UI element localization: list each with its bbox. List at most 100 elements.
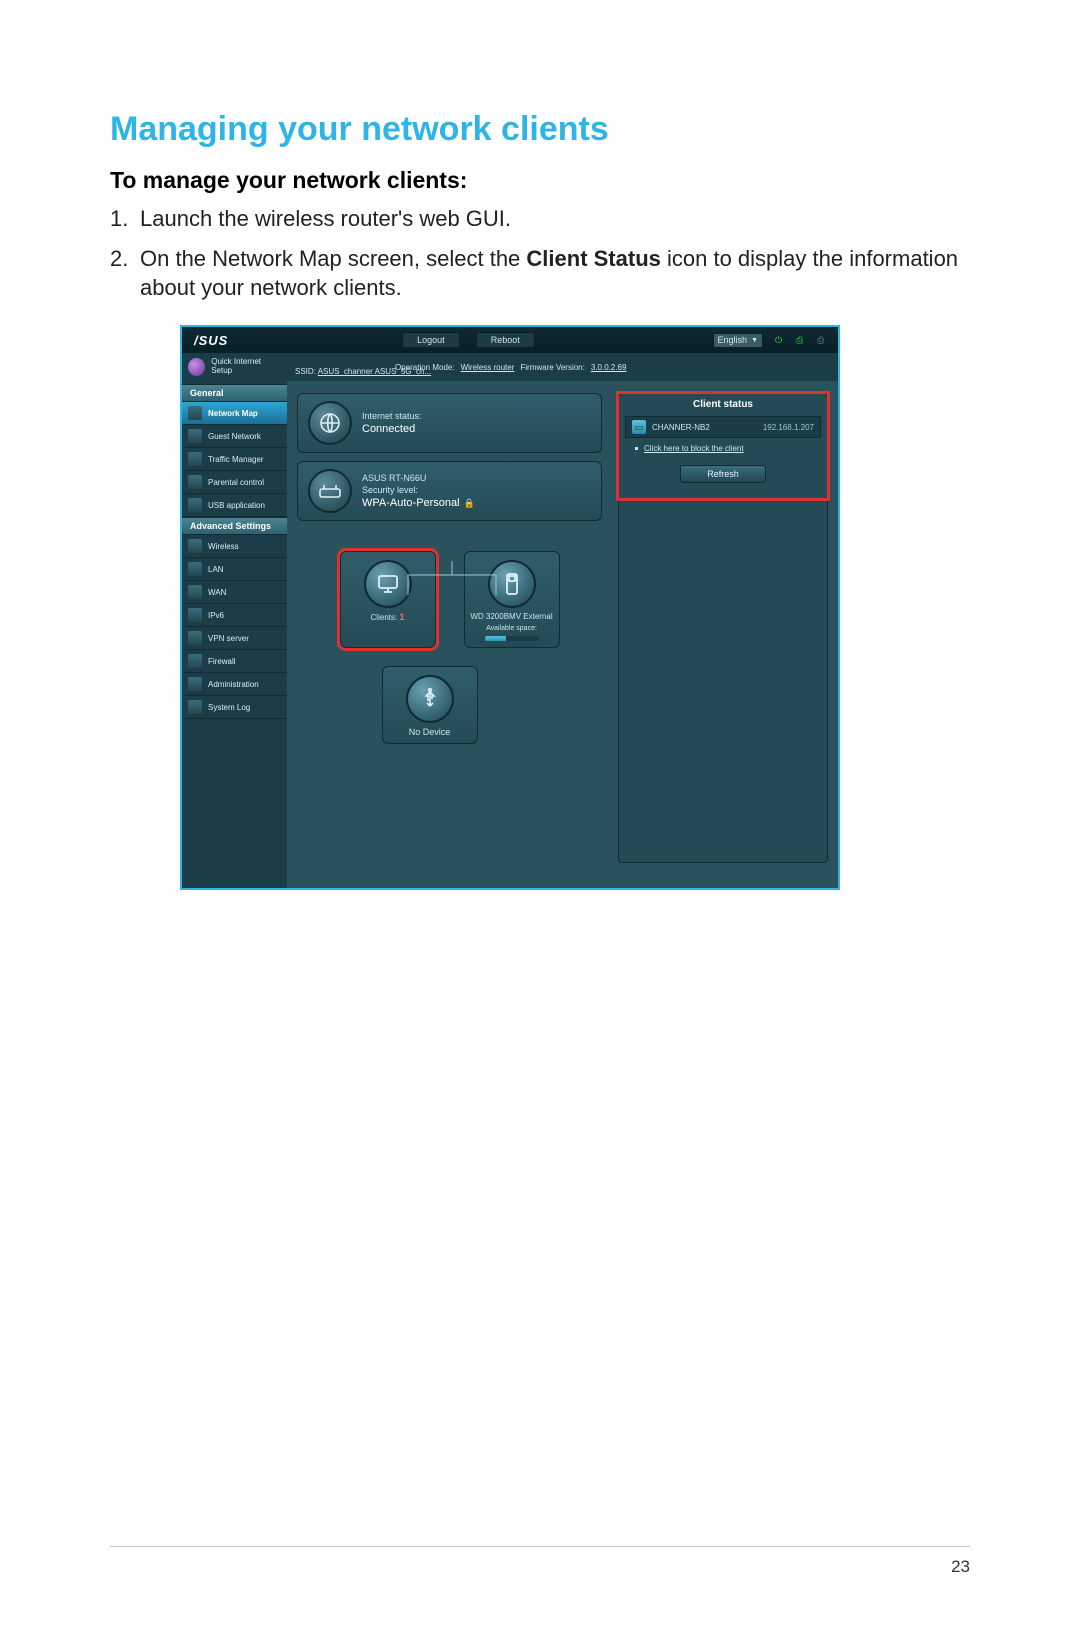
op-value-link[interactable]: Wireless router <box>461 363 515 372</box>
block-client-link[interactable]: Click here to block the client <box>644 444 744 453</box>
admin-icon <box>188 677 202 691</box>
log-icon <box>188 700 202 714</box>
sidebar-item-traffic-manager[interactable]: Traffic Manager <box>182 448 287 471</box>
clients-count: 1 <box>399 612 404 622</box>
wireless-icon <box>188 539 202 553</box>
sidebar: Quick Internet Setup General Network Map… <box>182 353 287 888</box>
storage-bar <box>485 636 539 641</box>
internet-status-label: Internet status: <box>362 410 422 422</box>
sidebar-item-guest-network[interactable]: Guest Network <box>182 425 287 448</box>
client-ip: 192.168.1.207 <box>763 423 814 432</box>
ipv6-icon <box>188 608 202 622</box>
bullet-icon <box>635 447 638 450</box>
wan-icon <box>188 585 202 599</box>
client-status-title: Client status <box>619 394 827 416</box>
sidebar-item-label: USB application <box>208 501 265 510</box>
sidebar-item-label: WAN <box>208 588 226 597</box>
sidebar-item-label: Traffic Manager <box>208 455 264 464</box>
quick-setup-label: Quick Internet Setup <box>211 358 281 376</box>
internet-status-tile[interactable]: Internet status: Connected <box>297 393 602 453</box>
step-1: Launch the wireless router's web GUI. <box>110 204 970 234</box>
usb-app-icon <box>188 498 202 512</box>
drive-icon <box>488 560 536 608</box>
sidebar-item-label: VPN server <box>208 634 249 643</box>
sidebar-item-parental-control[interactable]: Parental control <box>182 471 287 494</box>
usb-device-tile[interactable]: No Device <box>382 666 478 744</box>
brand-logo: /SUS <box>182 333 240 348</box>
language-label: English <box>718 335 748 345</box>
center-column: Internet status: Connected ASUS RT-N66U … <box>297 393 602 744</box>
security-value: WPA-Auto-Personal <box>362 497 460 509</box>
lock-icon: 🔒 <box>464 498 475 508</box>
router-icon <box>308 469 352 513</box>
monitor-icon <box>364 560 412 608</box>
reboot-button[interactable]: Reboot <box>476 332 535 348</box>
sidebar-header-general: General <box>182 384 287 402</box>
fw-label: Firmware Version: <box>520 363 584 372</box>
usb-device-label: No Device <box>409 727 451 737</box>
ssid-label: SSID: <box>295 367 316 376</box>
step-2: On the Network Map screen, select the Cl… <box>110 244 970 303</box>
power-icon: ⏻ <box>775 335 786 346</box>
page-number: 23 <box>951 1557 970 1577</box>
sidebar-item-firewall[interactable]: Firewall <box>182 650 287 673</box>
clients-label: Clients: <box>371 613 398 622</box>
guest-icon <box>188 429 202 443</box>
sidebar-header-advanced: Advanced Settings <box>182 517 287 535</box>
refresh-button[interactable]: Refresh <box>680 465 766 483</box>
sidebar-item-label: Guest Network <box>208 432 261 441</box>
sidebar-item-label: Firewall <box>208 657 236 666</box>
vpn-icon <box>188 631 202 645</box>
block-client-link-row: Click here to block the client <box>619 444 827 459</box>
lan-icon <box>188 562 202 576</box>
sidebar-item-wan[interactable]: WAN <box>182 581 287 604</box>
sidebar-item-label: Parental control <box>208 478 264 487</box>
sidebar-item-label: Network Map <box>208 409 258 418</box>
step-2-text-a: On the Network Map screen, select the <box>140 246 526 271</box>
sidebar-item-vpn-server[interactable]: VPN server <box>182 627 287 650</box>
page-title: Managing your network clients <box>110 110 970 149</box>
sidebar-item-lan[interactable]: LAN <box>182 558 287 581</box>
sidebar-item-label: Wireless <box>208 542 239 551</box>
clients-tile[interactable]: Clients: 1 <box>340 551 436 648</box>
security-tile[interactable]: ASUS RT-N66U Security level: WPA-Auto-Pe… <box>297 461 602 521</box>
step-2-bold: Client Status <box>526 246 660 271</box>
globe-icon <box>308 401 352 445</box>
steps-list: Launch the wireless router's web GUI. On… <box>110 204 970 303</box>
sidebar-item-usb-application[interactable]: USB application <box>182 494 287 517</box>
page-subtitle: To manage your network clients: <box>110 167 970 194</box>
storage-sub-label: Available space: <box>486 625 537 632</box>
footer-rule <box>110 1546 970 1547</box>
sidebar-item-ipv6[interactable]: IPv6 <box>182 604 287 627</box>
client-row[interactable]: ▭ CHANNER-NB2 192.168.1.207 <box>625 416 821 438</box>
language-select[interactable]: English ▼ <box>713 333 763 348</box>
traffic-icon <box>188 452 202 466</box>
main-area: Operation Mode: Wireless router Firmware… <box>287 353 838 888</box>
sidebar-item-network-map[interactable]: Network Map <box>182 402 287 425</box>
sidebar-item-administration[interactable]: Administration <box>182 673 287 696</box>
router-model-label: ASUS RT-N66U <box>362 472 475 484</box>
quick-setup-button[interactable]: Quick Internet Setup <box>182 353 287 384</box>
sidebar-item-label: LAN <box>208 565 224 574</box>
sidebar-item-system-log[interactable]: System Log <box>182 696 287 719</box>
map-icon <box>188 406 202 420</box>
internet-status-value: Connected <box>362 422 422 437</box>
sidebar-item-label: IPv6 <box>208 611 224 620</box>
parental-icon <box>188 475 202 489</box>
security-label: Security level: <box>362 484 475 496</box>
firewall-icon <box>188 654 202 668</box>
client-status-panel: Client status ▭ CHANNER-NB2 192.168.1.20… <box>618 393 828 863</box>
wand-icon <box>188 358 205 376</box>
chevron-down-icon: ▼ <box>751 337 758 344</box>
ssid-value-link[interactable]: ASUS_channer ASUS_5G_ch... <box>318 367 431 376</box>
router-screenshot: /SUS Logout Reboot English ▼ ⏻ ⎙ ⎙ Quick… <box>180 325 840 890</box>
sidebar-item-label: System Log <box>208 703 250 712</box>
usb-icon: ⎙ <box>796 335 807 346</box>
client-name: CHANNER-NB2 <box>652 423 757 432</box>
storage-tile[interactable]: WD 3200BMV External Available space: <box>464 551 560 648</box>
storage-label: WD 3200BMV External <box>470 612 552 621</box>
logout-button[interactable]: Logout <box>402 332 460 348</box>
sidebar-item-wireless[interactable]: Wireless <box>182 535 287 558</box>
status-icons: ⏻ ⎙ ⎙ <box>775 335 838 346</box>
fw-value-link[interactable]: 3.0.0.2.69 <box>591 363 627 372</box>
